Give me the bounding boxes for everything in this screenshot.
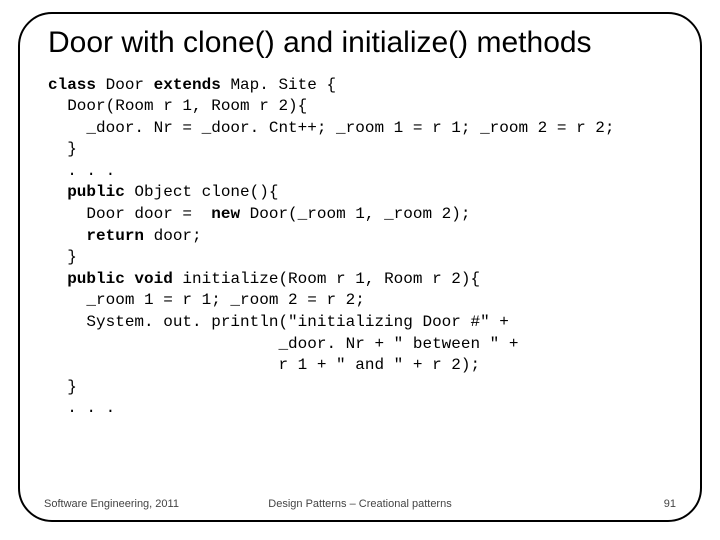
kw-new: new <box>211 205 240 223</box>
code-text: Object clone(){ <box>125 183 279 201</box>
code-text <box>48 270 67 288</box>
code-text: Door <box>96 76 154 94</box>
code-text <box>48 227 86 245</box>
code-line: _room 1 = r 1; _room 2 = r 2; <box>48 291 365 309</box>
code-line: . . . <box>48 399 115 417</box>
kw-public: public <box>67 183 125 201</box>
code-text: Map. Site { <box>221 76 336 94</box>
code-line: r 1 + " and " + r 2); <box>48 356 480 374</box>
code-line: _door. Nr = _door. Cnt++; _room 1 = r 1;… <box>48 119 615 137</box>
code-text: Door(_room 1, _room 2); <box>240 205 470 223</box>
code-line: . . . <box>48 162 115 180</box>
code-line: } <box>48 140 77 158</box>
code-text: initialize(Room r 1, Room r 2){ <box>173 270 480 288</box>
kw-extends: extends <box>154 76 221 94</box>
kw-return: return <box>86 227 144 245</box>
code-line: } <box>48 378 77 396</box>
code-line: } <box>48 248 77 266</box>
slide: Door with clone() and initialize() metho… <box>0 0 720 540</box>
code-line: Door(Room r 1, Room r 2){ <box>48 97 307 115</box>
kw-class: class <box>48 76 96 94</box>
footer-page-number: 91 <box>664 498 676 510</box>
code-line: System. out. println("initializing Door … <box>48 313 509 331</box>
code-text: Door door = <box>48 205 211 223</box>
kw-public-void: public void <box>67 270 173 288</box>
code-text: door; <box>144 227 202 245</box>
footer: Software Engineering, 2011 Design Patter… <box>44 498 676 510</box>
footer-left: Software Engineering, 2011 <box>44 498 179 510</box>
code-line: _door. Nr + " between " + <box>48 335 518 353</box>
code-text <box>48 183 67 201</box>
slide-title: Door with clone() and initialize() metho… <box>48 26 678 61</box>
code-block: class Door extends Map. Site { Door(Room… <box>48 75 678 421</box>
slide-frame: Door with clone() and initialize() metho… <box>18 12 702 522</box>
